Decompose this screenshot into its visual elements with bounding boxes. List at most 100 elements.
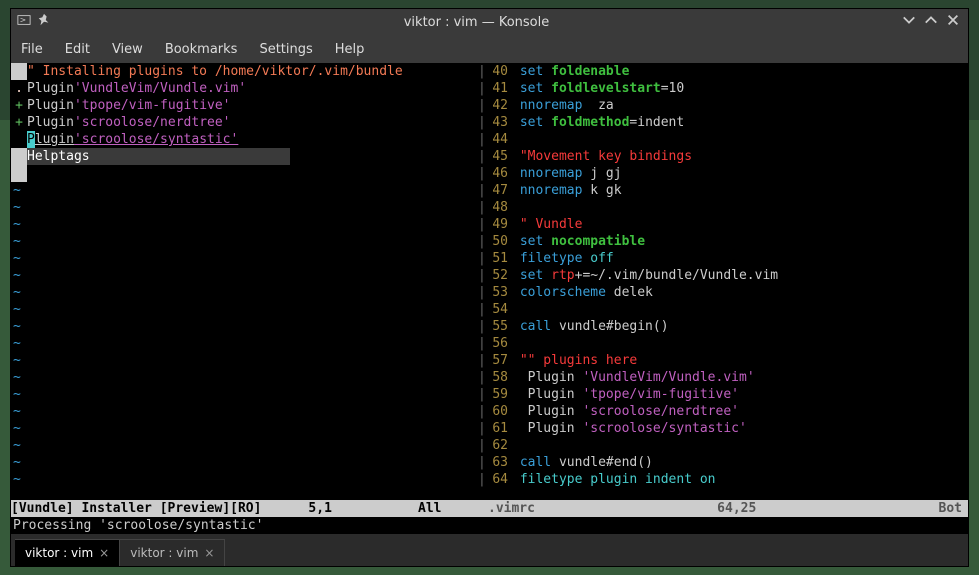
menu-file[interactable]: File [21, 42, 43, 57]
vim-right-pane[interactable]: |40 set foldenable|41 set foldlevelstart… [478, 63, 968, 500]
vertical-separator: | [478, 386, 486, 403]
vertical-separator: | [478, 267, 486, 284]
titlebar[interactable]: >_ viktor : vim — Konsole [11, 9, 968, 35]
code-line[interactable]: set rtp+=~/.vim/bundle/Vundle.vim [512, 267, 968, 284]
vertical-separator: | [478, 318, 486, 335]
vertical-separator: | [478, 352, 486, 369]
code-line[interactable]: filetype off [512, 250, 968, 267]
tilde-line: ~ [11, 216, 21, 233]
code-line[interactable]: set nocompatible [512, 233, 968, 250]
tilde-line: ~ [11, 284, 21, 301]
line-number: 44 [486, 131, 512, 148]
code-line[interactable]: nnoremap za [512, 97, 968, 114]
code-line[interactable]: nnoremap j gj [512, 165, 968, 182]
vertical-separator: | [478, 284, 486, 301]
code-line[interactable]: set foldlevelstart=10 [512, 80, 968, 97]
code-line[interactable]: nnoremap k gk [512, 182, 968, 199]
code-line[interactable] [512, 301, 968, 318]
vim-left-pane[interactable]: " Installing plugins to /home/viktor/.vi… [11, 63, 478, 500]
line-number: 43 [486, 114, 512, 131]
pin-icon[interactable] [37, 13, 51, 31]
line-number: 41 [486, 80, 512, 97]
vim-statusline: [Vundle] Installer [Preview][RO] 5,1 All… [11, 500, 968, 517]
line-number: 63 [486, 454, 512, 471]
vertical-separator: | [478, 80, 486, 97]
tilde-line: ~ [11, 199, 21, 216]
code-line[interactable]: " Vundle [512, 216, 968, 233]
line-number: 60 [486, 403, 512, 420]
line-number: 64 [486, 471, 512, 488]
menubar: File Edit View Bookmarks Settings Help [11, 35, 968, 63]
app-icon: >_ [17, 13, 31, 31]
vertical-separator: | [478, 131, 486, 148]
code-line[interactable]: "" plugins here [512, 352, 968, 369]
tilde-line: ~ [11, 403, 21, 420]
code-line[interactable]: "Movement key bindings [512, 148, 968, 165]
tilde-line: ~ [11, 352, 21, 369]
code-line[interactable]: call vundle#begin() [512, 318, 968, 335]
line-number: 47 [486, 182, 512, 199]
code-line[interactable] [512, 437, 968, 454]
code-line[interactable] [512, 335, 968, 352]
code-line[interactable]: Plugin 'scroolose/syntastic' [512, 420, 968, 437]
code-line[interactable]: Plugin 'VundleVim/Vundle.vim' [512, 369, 968, 386]
terminal-area[interactable]: " Installing plugins to /home/viktor/.vi… [11, 63, 968, 534]
line-number: 55 [486, 318, 512, 335]
konsole-tabbar: viktor : vim×viktor : vim× [11, 534, 968, 566]
line-number: 59 [486, 386, 512, 403]
left-header: " Installing plugins to /home/viktor/.vi… [27, 63, 403, 80]
vertical-separator: | [478, 97, 486, 114]
tilde-line: ~ [11, 471, 21, 488]
tilde-line: ~ [11, 335, 21, 352]
sign-.: . [11, 80, 27, 97]
vertical-separator: | [478, 403, 486, 420]
close-icon[interactable] [946, 13, 960, 31]
menu-bookmarks[interactable]: Bookmarks [165, 42, 238, 57]
code-line[interactable]: filetype plugin indent on [512, 471, 968, 488]
menu-help[interactable]: Help [335, 42, 365, 57]
maximize-icon[interactable] [924, 13, 938, 31]
code-line[interactable]: set foldmethod=indent [512, 114, 968, 131]
vertical-separator: | [478, 420, 486, 437]
code-line[interactable]: Plugin 'scroolose/nerdtree' [512, 403, 968, 420]
close-tab-icon[interactable]: × [99, 546, 109, 560]
tab-label: viktor : vim [25, 546, 93, 560]
tilde-line: ~ [11, 437, 21, 454]
vertical-separator: | [478, 335, 486, 352]
vim-message-line: Processing 'scroolose/syntastic' [11, 517, 968, 534]
tilde-line: ~ [11, 250, 21, 267]
konsole-window: >_ viktor : vim — Konsole File Edit View… [10, 8, 969, 567]
tilde-line: ~ [11, 267, 21, 284]
code-line[interactable] [512, 131, 968, 148]
konsole-tab[interactable]: viktor : vim× [120, 539, 225, 566]
line-number: 49 [486, 216, 512, 233]
sign-+: + [11, 114, 27, 131]
line-number: 46 [486, 165, 512, 182]
sign-column [11, 63, 27, 80]
tilde-line: ~ [11, 369, 21, 386]
sign-column [11, 165, 27, 182]
line-number: 45 [486, 148, 512, 165]
menu-settings[interactable]: Settings [259, 42, 312, 57]
code-line[interactable] [512, 199, 968, 216]
konsole-tab[interactable]: viktor : vim × [15, 539, 120, 566]
vertical-separator: | [478, 301, 486, 318]
line-number: 51 [486, 250, 512, 267]
window-title: viktor : vim — Konsole [51, 15, 902, 30]
code-line[interactable]: Plugin 'tpope/vim-fugitive' [512, 386, 968, 403]
line-number: 57 [486, 352, 512, 369]
code-line[interactable]: colorscheme delek [512, 284, 968, 301]
vertical-separator: | [478, 437, 486, 454]
line-number: 58 [486, 369, 512, 386]
tilde-line: ~ [11, 182, 21, 199]
vertical-separator: | [478, 454, 486, 471]
code-line[interactable]: call vundle#end() [512, 454, 968, 471]
vertical-separator: | [478, 114, 486, 131]
code-line[interactable]: set foldenable [512, 63, 968, 80]
menu-view[interactable]: View [112, 42, 143, 57]
line-number: 62 [486, 437, 512, 454]
line-number: 61 [486, 420, 512, 437]
menu-edit[interactable]: Edit [65, 42, 90, 57]
close-tab-icon[interactable]: × [204, 546, 214, 560]
minimize-icon[interactable] [902, 13, 916, 31]
